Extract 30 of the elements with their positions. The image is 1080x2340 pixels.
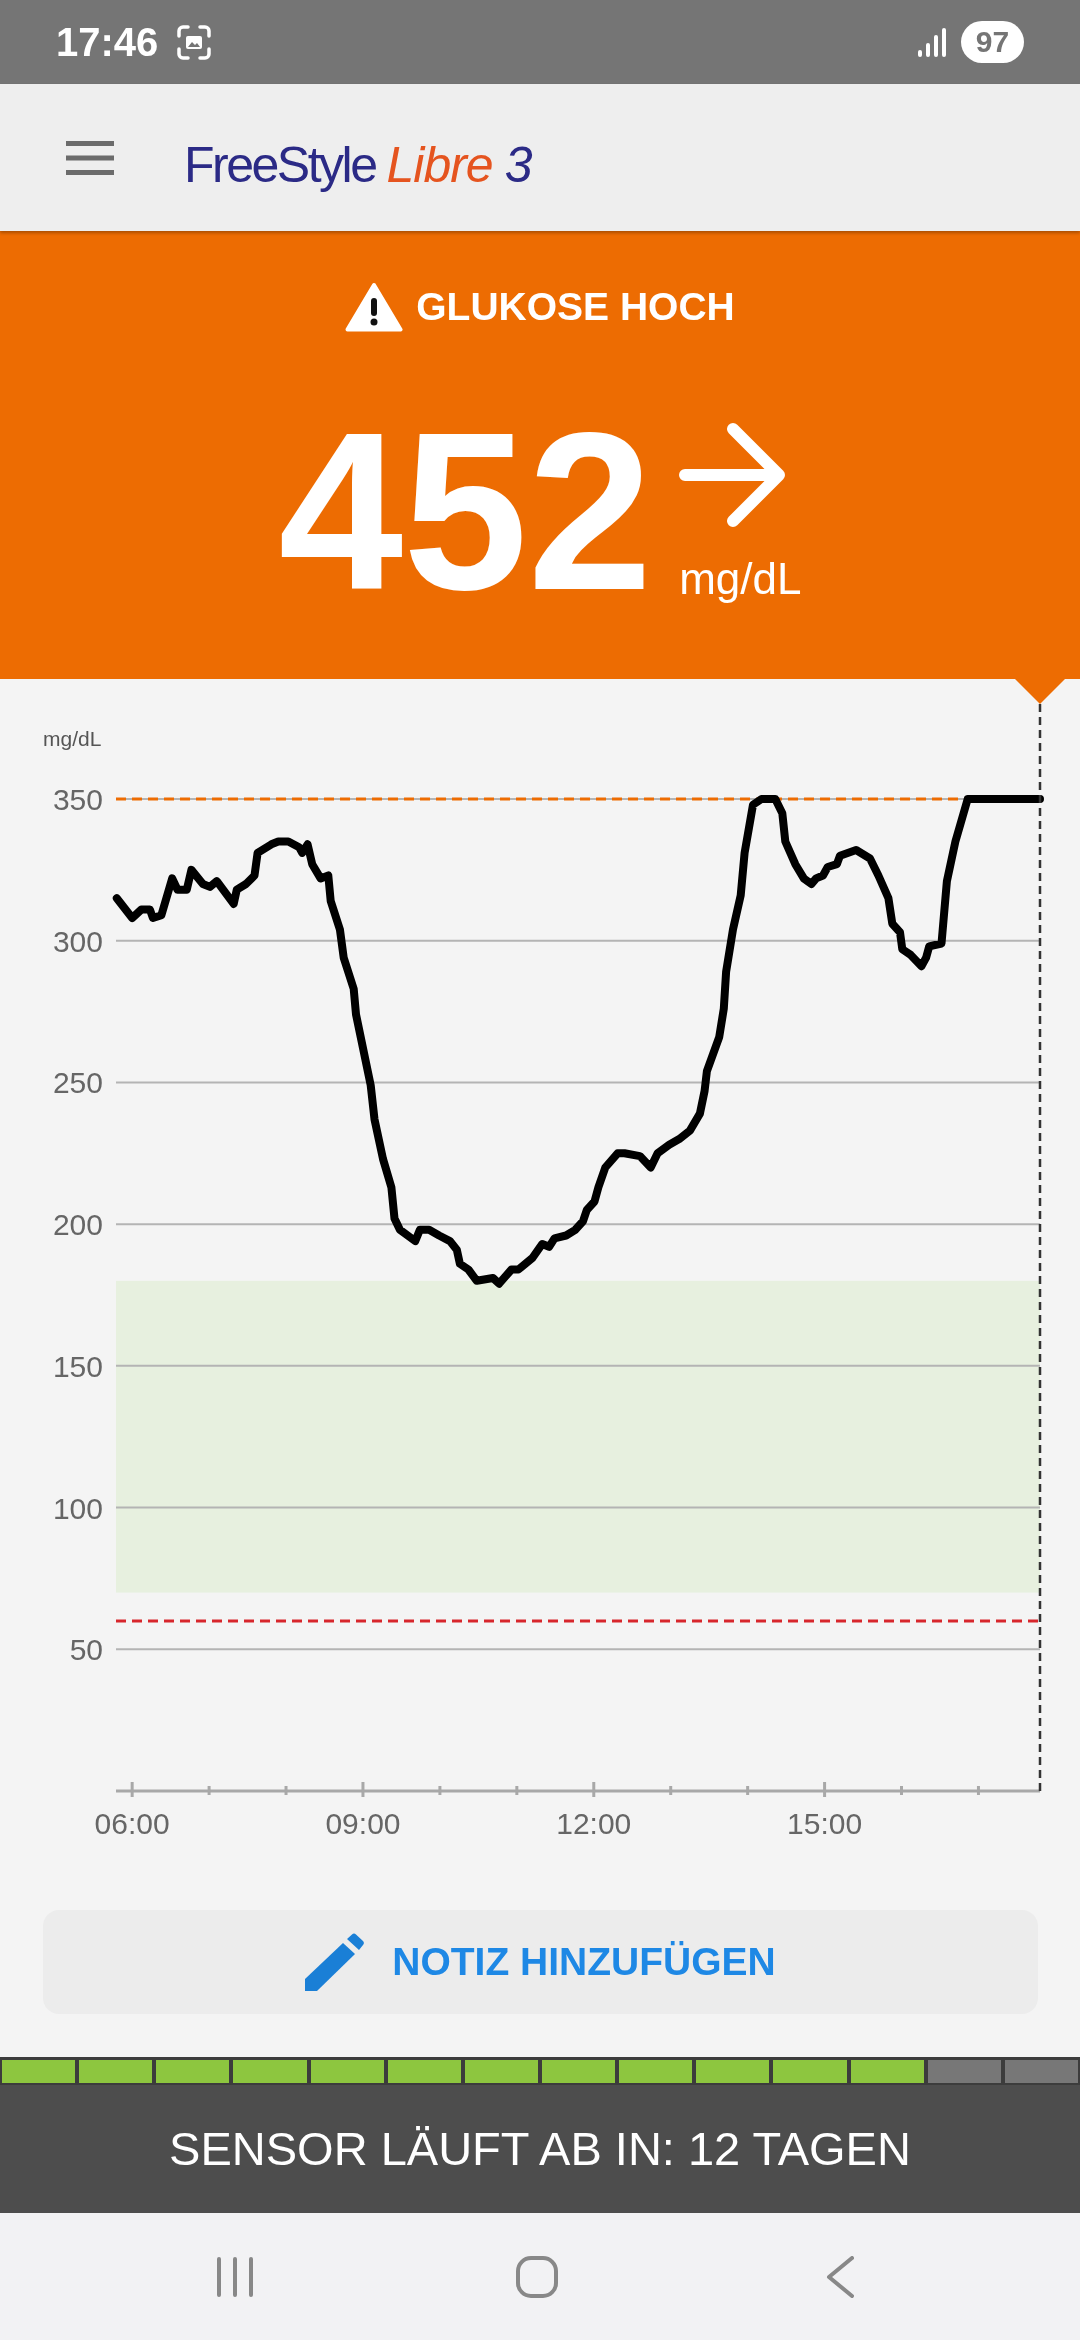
y-tick-label: 300: [52, 924, 103, 958]
back-icon[interactable]: [825, 2255, 854, 2298]
glucose-unit: mg/dL: [679, 557, 802, 601]
picture-frame-icon: [177, 24, 212, 60]
y-tick-label: 250: [52, 1066, 103, 1100]
glucose-value: 452: [278, 399, 653, 623]
battery-indicator: 97: [961, 21, 1024, 63]
y-tick-label: 350: [52, 783, 103, 816]
menu-icon[interactable]: [66, 140, 114, 175]
y-tick-label: 150: [52, 1349, 103, 1383]
version-number: 3: [504, 139, 533, 190]
right-arrow-icon: [679, 423, 787, 527]
x-tick-label: 12:00: [556, 1807, 632, 1840]
add-note-button[interactable]: NOTIZ HINZUFÜGEN: [43, 1910, 1038, 2014]
x-tick-label: 09:00: [325, 1807, 401, 1840]
y-tick-label: 50: [69, 1633, 103, 1667]
y-axis-title: mg/dL: [43, 727, 102, 750]
sensor-expiry-text: SENSOR LÄUFT AB IN: 12 TAGEN: [169, 2121, 911, 2177]
y-tick-label: 100: [52, 1491, 103, 1525]
y-tick-label: 200: [52, 1208, 103, 1242]
x-tick-label: 15:00: [787, 1807, 863, 1840]
warning-icon: [345, 282, 404, 332]
home-icon[interactable]: [516, 2255, 559, 2298]
signal-icon: [918, 27, 946, 57]
recent-apps-icon[interactable]: [217, 2256, 254, 2297]
alert-text: GLUKOSE HOCH: [416, 284, 735, 330]
x-tick-label: 06:00: [94, 1807, 170, 1840]
brand-name: FreeStyle: [184, 139, 376, 190]
status-time: 17:46: [56, 22, 159, 62]
product-name: Libre: [386, 139, 493, 190]
